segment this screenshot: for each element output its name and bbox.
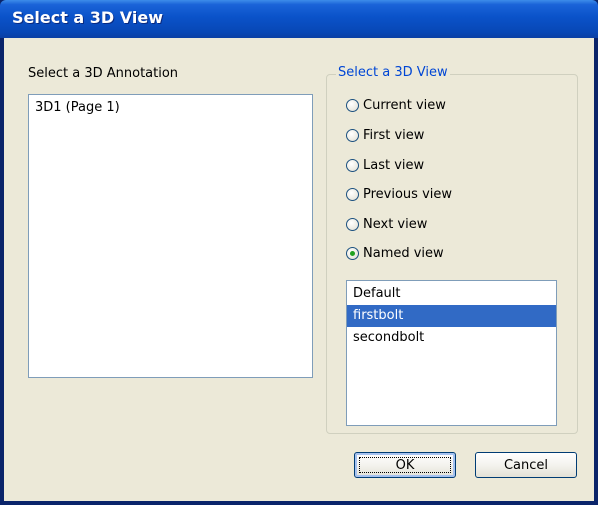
title-bar[interactable]: Select a 3D View <box>0 0 598 38</box>
radio-last-view-label[interactable]: Last view <box>363 158 424 173</box>
radio-previous-view-circle[interactable] <box>346 187 359 201</box>
radio-previous-view[interactable]: Previous view <box>346 184 452 204</box>
radio-last-view[interactable]: Last view <box>346 155 424 175</box>
radio-previous-view-label[interactable]: Previous view <box>363 187 452 202</box>
radio-named-view[interactable]: Named view <box>346 243 444 263</box>
ok-button-focus-ring <box>359 457 451 473</box>
radio-current-view-circle[interactable] <box>346 98 359 112</box>
dialog-client-area: Select a 3D Annotation 3D1 (Page 1) Sele… <box>4 38 594 501</box>
named-view-item-firstbolt[interactable]: firstbolt <box>347 305 556 327</box>
radio-first-view[interactable]: First view <box>346 125 424 145</box>
radio-next-view[interactable]: Next view <box>346 214 427 234</box>
named-view-listbox[interactable]: Default firstbolt secondbolt <box>346 280 557 426</box>
annotation-listbox[interactable]: 3D1 (Page 1) <box>28 94 313 378</box>
radio-next-view-circle[interactable] <box>346 217 359 231</box>
radio-first-view-label[interactable]: First view <box>363 128 424 143</box>
view-group-legend: Select a 3D View <box>336 65 450 80</box>
cancel-button-label: Cancel <box>503 457 549 473</box>
dialog-window: Select a 3D View Select a 3D Annotation … <box>0 0 598 505</box>
annotation-item-3d1[interactable]: 3D1 (Page 1) <box>29 97 312 119</box>
radio-last-view-circle[interactable] <box>346 158 359 172</box>
radio-named-view-label[interactable]: Named view <box>363 246 444 261</box>
cancel-button[interactable]: Cancel <box>475 452 577 478</box>
radio-named-view-circle[interactable] <box>346 246 359 260</box>
radio-current-view-label[interactable]: Current view <box>363 98 446 113</box>
radio-next-view-label[interactable]: Next view <box>363 217 427 232</box>
named-view-item-secondbolt[interactable]: secondbolt <box>347 327 556 349</box>
window-title: Select a 3D View <box>12 8 163 27</box>
radio-current-view[interactable]: Current view <box>346 95 446 115</box>
annotation-list-label: Select a 3D Annotation <box>28 66 179 81</box>
ok-button[interactable]: OK <box>354 452 456 478</box>
named-view-item-default[interactable]: Default <box>347 283 556 305</box>
radio-first-view-circle[interactable] <box>346 128 359 142</box>
